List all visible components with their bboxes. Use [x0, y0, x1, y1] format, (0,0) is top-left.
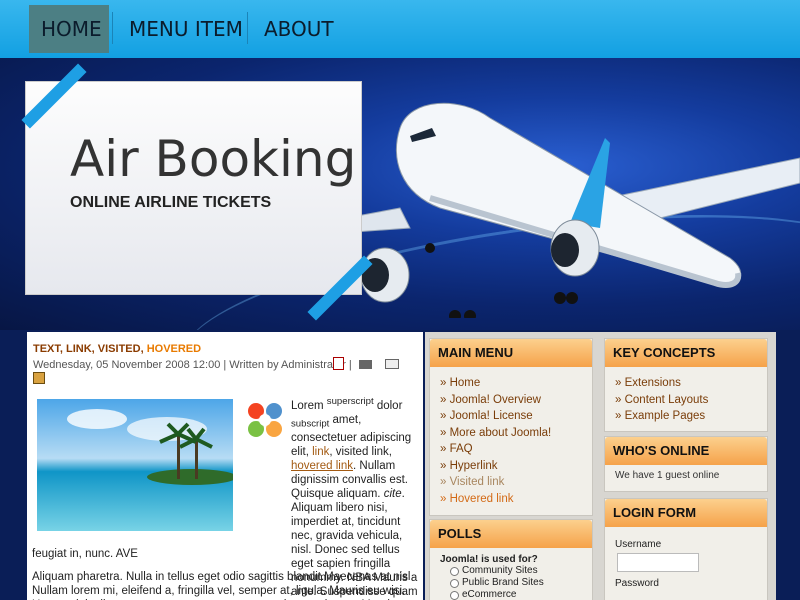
username-label: Username — [615, 539, 662, 550]
module-column-right: KEY CONCEPTS » Extensions » Content Layo… — [600, 332, 776, 600]
key-concepts-module: KEY CONCEPTS » Extensions » Content Layo… — [604, 338, 768, 432]
menu-item-home[interactable]: » Home — [440, 375, 582, 392]
edit-icon[interactable] — [33, 372, 45, 384]
whos-online-text: We have 1 guest online — [615, 470, 720, 481]
menu-item-hyperlink[interactable]: » Hyperlink — [440, 458, 582, 475]
nav-separator — [112, 12, 113, 44]
site-title[interactable]: Air Booking — [70, 130, 356, 188]
main-menu-title: MAIN MENU — [430, 339, 592, 367]
module-column-left: MAIN MENU » Home » Joomla! Overview » Jo… — [425, 332, 601, 600]
menu-item-more-about[interactable]: » More about Joomla! — [440, 425, 582, 442]
header-banner: Air Booking ONLINE AIRLINE TICKETS — [0, 58, 800, 330]
nav-home[interactable]: HOME — [29, 5, 109, 53]
main-menu-module: MAIN MENU » Home » Joomla! Overview » Jo… — [429, 338, 593, 516]
radio-button[interactable] — [450, 567, 459, 576]
menu-item-hovered-link[interactable]: » Hovered link — [440, 491, 582, 508]
print-icon[interactable] — [359, 360, 372, 369]
polls-module: POLLS Joomla! is used for? Community Sit… — [429, 519, 593, 600]
username-input[interactable] — [617, 553, 699, 572]
login-title: LOGIN FORM — [605, 499, 767, 527]
article-body-continued: feugiat in, nunc. AVE — [32, 548, 138, 560]
poll-option[interactable]: eCommerce — [440, 589, 582, 600]
article-hovered-link[interactable]: hovered link — [291, 460, 353, 472]
radio-button[interactable] — [450, 591, 459, 600]
key-concepts-title: KEY CONCEPTS — [605, 339, 767, 367]
whos-online-module: WHO'S ONLINE We have 1 guest online — [604, 436, 768, 492]
article-link[interactable]: link — [312, 446, 329, 458]
poll-option[interactable]: Public Brand Sites — [440, 577, 582, 589]
nav-menu-item[interactable]: MENU ITEM — [117, 5, 255, 53]
key-concept-example-pages[interactable]: » Example Pages — [615, 408, 757, 425]
menu-item-faq[interactable]: » FAQ — [440, 441, 582, 458]
poll-question: Joomla! is used for? — [440, 554, 538, 565]
email-icon[interactable] — [385, 359, 399, 369]
menu-item-joomla-license[interactable]: » Joomla! License — [440, 408, 582, 425]
beach-illustration — [67, 409, 237, 485]
whos-online-title: WHO'S ONLINE — [605, 437, 767, 465]
key-concept-extensions[interactable]: » Extensions — [615, 375, 757, 392]
polls-title: POLLS — [430, 520, 592, 548]
article-paragraph-2: Aliquam pharetra. Nulla in tellus eget o… — [32, 571, 414, 600]
key-concept-content-layouts[interactable]: » Content Layouts — [615, 392, 757, 409]
menu-item-visited-link[interactable]: » Visited link — [440, 474, 582, 491]
main-content: TEXT, LINK, VISITED, HOVERED Wednesday, … — [27, 332, 423, 600]
top-navigation: HOME MENU ITEM ABOUT — [0, 0, 800, 58]
joomla-logo-icon — [248, 403, 282, 437]
login-module: LOGIN FORM Username Password — [604, 498, 768, 600]
article-meta: Wednesday, 05 November 2008 12:00 | Writ… — [33, 359, 352, 371]
beach-image — [37, 399, 237, 531]
logo-panel — [25, 81, 362, 295]
nav-separator — [247, 12, 248, 44]
nav-about[interactable]: ABOUT — [252, 5, 346, 53]
menu-item-joomla-overview[interactable]: » Joomla! Overview — [440, 392, 582, 409]
pdf-icon[interactable] — [333, 357, 344, 370]
password-label: Password — [615, 578, 659, 589]
radio-button[interactable] — [450, 579, 459, 588]
article-title: TEXT, LINK, VISITED, HOVERED — [33, 343, 202, 355]
site-subtitle: ONLINE AIRLINE TICKETS — [70, 194, 272, 211]
poll-option[interactable]: Community Sites — [440, 565, 582, 577]
